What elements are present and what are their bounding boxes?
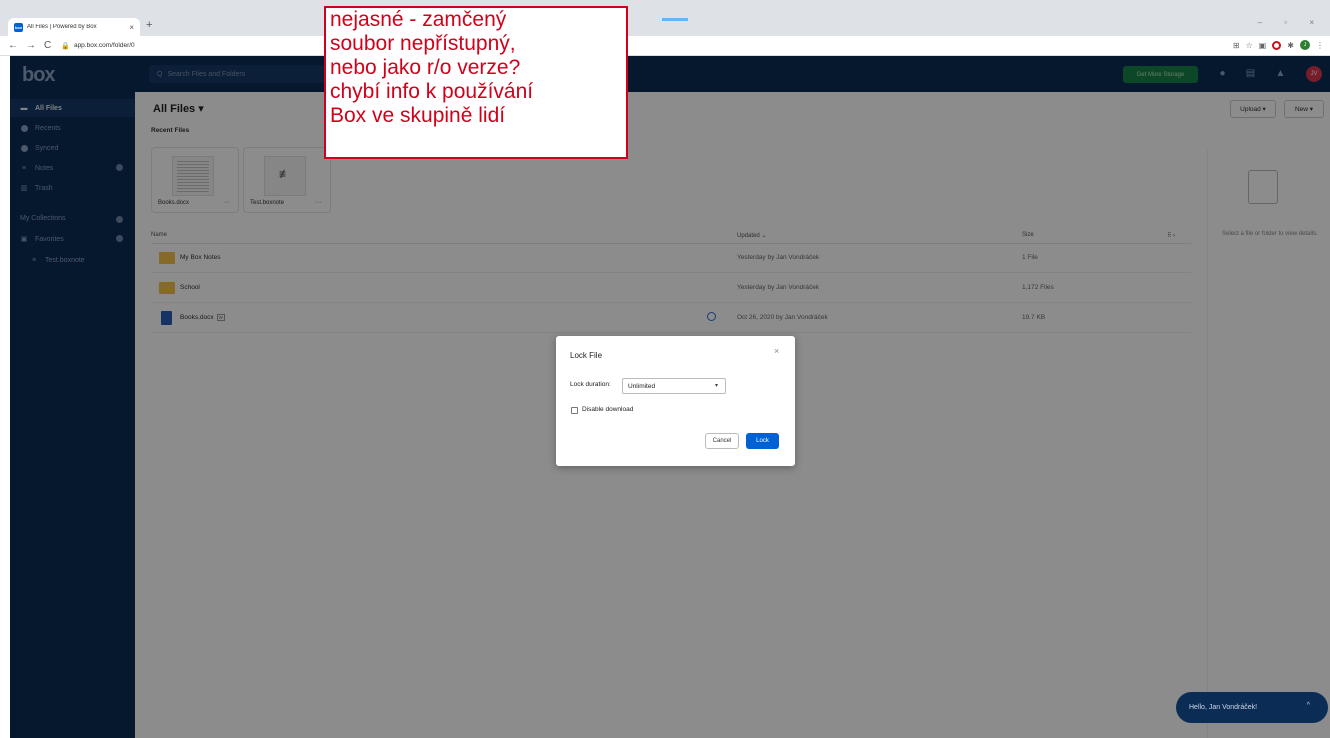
disable-download-checkbox[interactable] — [571, 407, 578, 414]
window-controls[interactable]: – ▫ × — [1258, 18, 1324, 27]
forward-icon[interactable]: → — [26, 40, 36, 51]
annotation-line: nebo jako r/o verze? — [330, 56, 521, 79]
chat-widget[interactable]: Hello, Jan Vondráček! ^ — [1176, 692, 1328, 723]
annotation-line: Box ve skupině lidí — [330, 104, 506, 127]
annotation-callout: nejasné - zamčený soubor nepřístupný, ne… — [324, 6, 628, 159]
lock-button[interactable]: Lock — [746, 433, 779, 449]
url-text: app.box.com/folder/0 — [73, 42, 135, 49]
annotation-line: soubor nepřístupný, — [330, 32, 516, 55]
url-field[interactable]: 🔒 app.box.com/folder/0 — [61, 42, 134, 50]
extension-square-icon[interactable]: ▣ — [1259, 41, 1267, 50]
annotation-line: nejasné - zamčený — [330, 8, 507, 31]
close-icon[interactable]: × — [774, 346, 779, 356]
box-favicon-icon: box — [14, 22, 23, 32]
browser-tabbar: box All Files | Powered by Box × + – ▫ × — [0, 0, 1330, 36]
opera-icon[interactable] — [1272, 40, 1282, 50]
cancel-button[interactable]: Cancel — [705, 433, 739, 449]
tab-close-icon[interactable]: × — [129, 23, 134, 32]
browser-tab[interactable]: box All Files | Powered by Box × — [8, 18, 140, 36]
padlock-icon: 🔒 — [61, 42, 70, 50]
profile-icon[interactable]: J — [1300, 40, 1310, 50]
reload-icon[interactable]: C — [44, 40, 51, 51]
back-icon[interactable]: ← — [8, 40, 18, 51]
chat-greeting: Hello, Jan Vondráček! — [1189, 704, 1258, 711]
tab-title: All Files | Powered by Box — [27, 24, 97, 30]
chevron-up-icon[interactable]: ^ — [1307, 702, 1310, 709]
lock-duration-label: Lock duration: — [570, 381, 611, 388]
address-bar: ← → C 🔒 app.box.com/folder/0 ⊞ ☆ ▣ ✱ J ⋮ — [0, 36, 1330, 56]
lock-duration-select[interactable]: Unlimited ▾ — [622, 378, 726, 394]
menu-icon[interactable]: ⋮ — [1316, 41, 1324, 50]
star-icon[interactable]: ☆ — [1246, 41, 1253, 50]
puzzle-icon[interactable]: ✱ — [1287, 41, 1294, 50]
annotation-line: chybí info k používání — [330, 80, 534, 103]
lock-file-dialog: Lock File × Lock duration: Unlimited ▾ D… — [556, 336, 795, 466]
disable-download-label[interactable]: Disable download — [582, 406, 633, 413]
tab-indicator — [662, 18, 688, 21]
extension-icons: ⊞ ☆ ▣ ✱ J ⋮ — [1233, 40, 1324, 50]
chevron-down-icon: ▾ — [714, 383, 718, 389]
dialog-title: Lock File — [570, 351, 603, 360]
new-tab-button[interactable]: + — [146, 19, 152, 31]
lock-duration-value: Unlimited — [628, 382, 656, 390]
translate-icon[interactable]: ⊞ — [1233, 41, 1240, 50]
